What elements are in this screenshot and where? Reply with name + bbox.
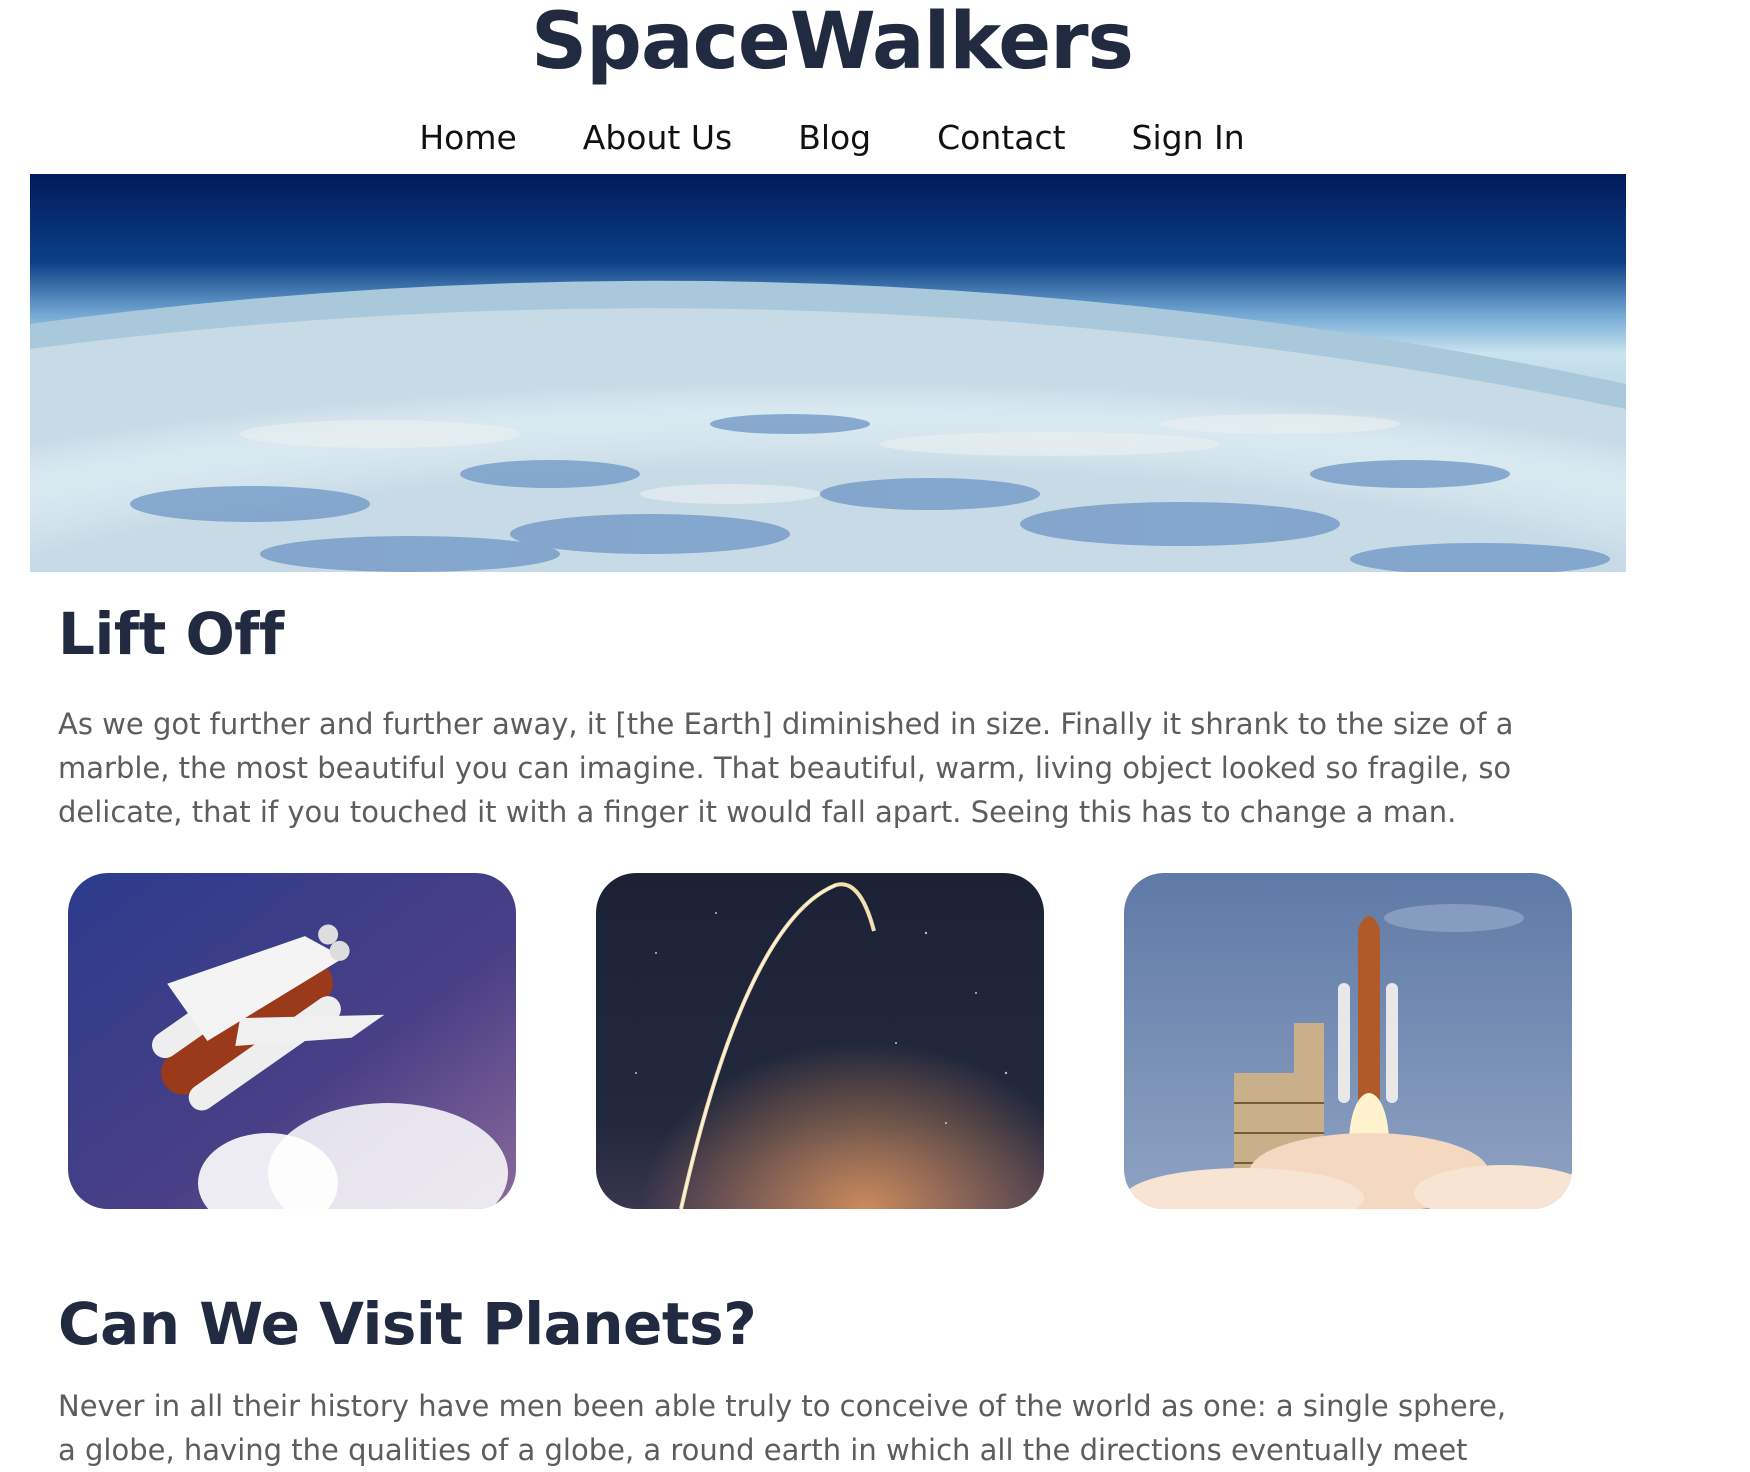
section-heading-lift-off: Lift Off [58, 600, 284, 668]
nav-about-us[interactable]: About Us [550, 112, 765, 164]
nav-blog[interactable]: Blog [765, 112, 904, 164]
nav-contact[interactable]: Contact [904, 112, 1098, 164]
gallery-image-launch-trail [596, 873, 1044, 1209]
section-body-lift-off: As we got further and further away, it [… [58, 707, 1514, 829]
hero-banner [30, 174, 1626, 572]
nav-home[interactable]: Home [386, 112, 549, 164]
site-title: SpaceWalkers [531, 0, 1134, 87]
main-nav: Home About Us Blog Contact Sign In [0, 112, 1664, 164]
gallery-image-launch-pad [1124, 873, 1572, 1209]
rocket-launch-pad-image [1124, 873, 1572, 1209]
earth-horizon-image [30, 174, 1626, 572]
gallery-image-shuttle [68, 873, 516, 1209]
nav-sign-in[interactable]: Sign In [1099, 112, 1278, 164]
rocket-trail-image [596, 873, 1044, 1209]
section-heading-visit-planets: Can We Visit Planets? [58, 1290, 757, 1358]
space-shuttle-image [68, 873, 516, 1209]
image-gallery [68, 873, 1572, 1209]
section-body-visit-planets: Never in all their history have men been… [58, 1389, 1507, 1467]
